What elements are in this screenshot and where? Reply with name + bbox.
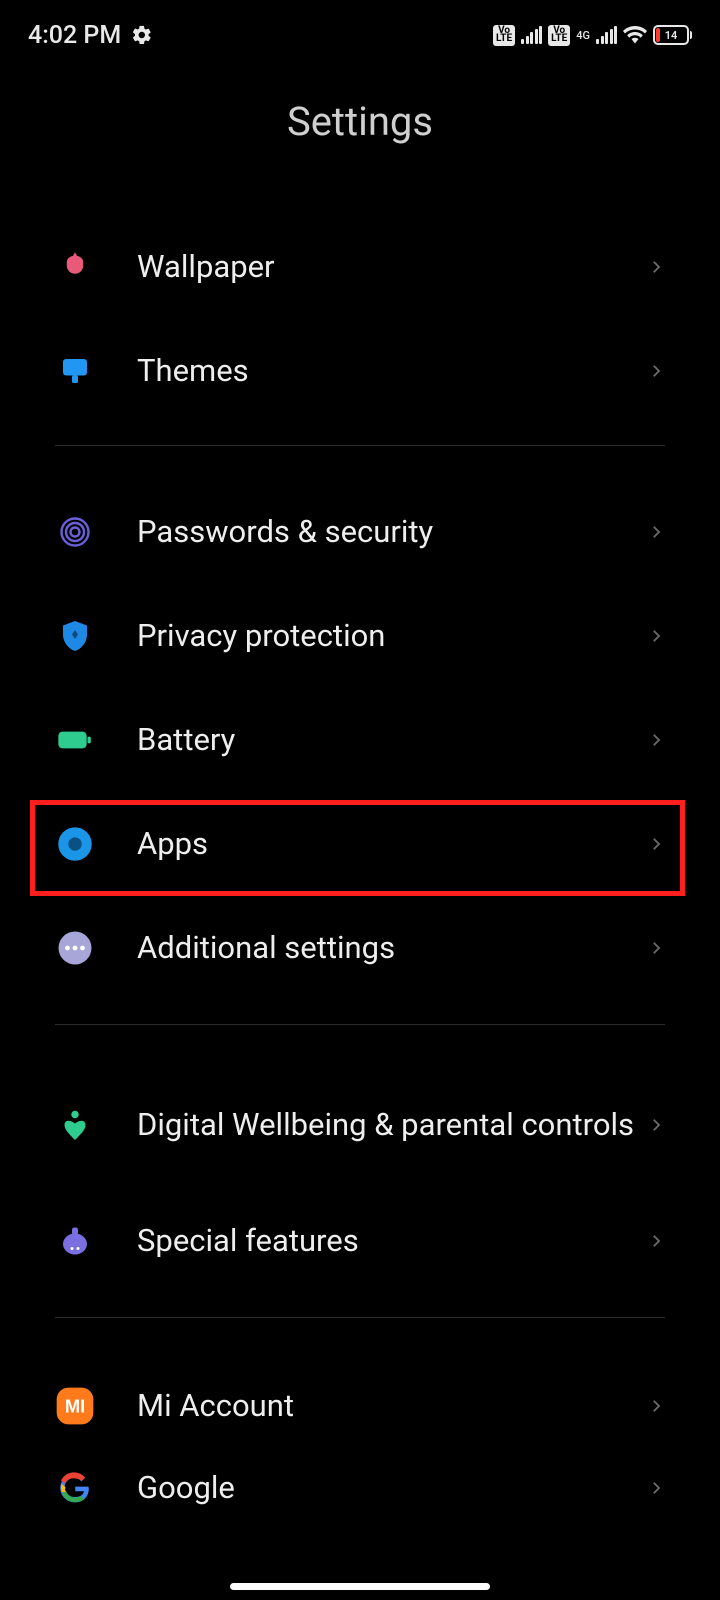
- chevron-right-icon: [647, 1479, 665, 1497]
- item-label: Themes: [137, 352, 647, 391]
- item-label: Special features: [137, 1222, 647, 1261]
- home-indicator[interactable]: [230, 1583, 490, 1590]
- item-label: Wallpaper: [137, 248, 647, 287]
- apps-icon: [55, 824, 95, 864]
- chevron-right-icon: [647, 835, 665, 853]
- battery-icon: 14: [653, 25, 692, 45]
- google-icon: [55, 1468, 95, 1508]
- list-item-wallpaper[interactable]: Wallpaper: [0, 215, 720, 319]
- list-item-privacy[interactable]: Privacy protection: [0, 584, 720, 688]
- mi-icon: MI: [55, 1386, 95, 1426]
- status-time: 4:02 PM: [28, 21, 121, 50]
- special-icon: [55, 1221, 95, 1261]
- network-label: 4G: [576, 29, 590, 42]
- settings-list: Wallpaper Themes Passwords & security Pr…: [0, 215, 720, 1518]
- divider: [55, 445, 665, 446]
- list-item-passwords[interactable]: Passwords & security: [0, 480, 720, 584]
- item-label: Digital Wellbeing & parental controls: [137, 1106, 647, 1145]
- shield-icon: [55, 616, 95, 656]
- list-item-google[interactable]: Google: [0, 1458, 720, 1518]
- signal-icon: [596, 26, 617, 44]
- item-label: Apps: [137, 825, 647, 864]
- list-item-special[interactable]: Special features: [0, 1189, 720, 1293]
- signal-icon: [521, 26, 542, 44]
- volte-icon: VoLTE: [548, 25, 570, 46]
- item-label: Additional settings: [137, 929, 647, 968]
- chevron-right-icon: [647, 1397, 665, 1415]
- divider: [55, 1024, 665, 1025]
- chevron-right-icon: [647, 258, 665, 276]
- more-icon: [55, 928, 95, 968]
- page-title: Settings: [0, 98, 720, 145]
- chevron-right-icon: [647, 523, 665, 541]
- list-item-apps[interactable]: Apps: [0, 792, 720, 896]
- item-label: Privacy protection: [137, 617, 647, 656]
- battery-percent: 14: [665, 29, 678, 42]
- list-item-themes[interactable]: Themes: [0, 319, 720, 423]
- list-item-wellbeing[interactable]: Digital Wellbeing & parental controls: [0, 1061, 720, 1189]
- battery-icon: [55, 720, 95, 760]
- wifi-icon: [623, 23, 647, 47]
- chevron-right-icon: [647, 627, 665, 645]
- wallpaper-icon: [55, 247, 95, 287]
- chevron-right-icon: [647, 731, 665, 749]
- status-right: VoLTE VoLTE 4G 14: [493, 23, 692, 47]
- gear-icon: [131, 24, 153, 46]
- list-item-battery[interactable]: Battery: [0, 688, 720, 792]
- chevron-right-icon: [647, 939, 665, 957]
- status-left: 4:02 PM: [28, 21, 153, 50]
- chevron-right-icon: [647, 1232, 665, 1250]
- status-bar: 4:02 PM VoLTE VoLTE 4G 14: [0, 0, 720, 56]
- svg-text:MI: MI: [65, 1396, 85, 1417]
- chevron-right-icon: [647, 1116, 665, 1134]
- fingerprint-icon: [55, 512, 95, 552]
- themes-icon: [55, 351, 95, 391]
- chevron-right-icon: [647, 362, 665, 380]
- list-item-miaccount[interactable]: MI Mi Account: [0, 1354, 720, 1458]
- list-item-additional[interactable]: Additional settings: [0, 896, 720, 1000]
- wellbeing-icon: [55, 1105, 95, 1145]
- item-label: Battery: [137, 721, 647, 760]
- divider: [55, 1317, 665, 1318]
- volte-icon: VoLTE: [493, 25, 515, 46]
- item-label: Mi Account: [137, 1387, 647, 1426]
- item-label: Passwords & security: [137, 513, 647, 552]
- item-label: Google: [137, 1469, 647, 1508]
